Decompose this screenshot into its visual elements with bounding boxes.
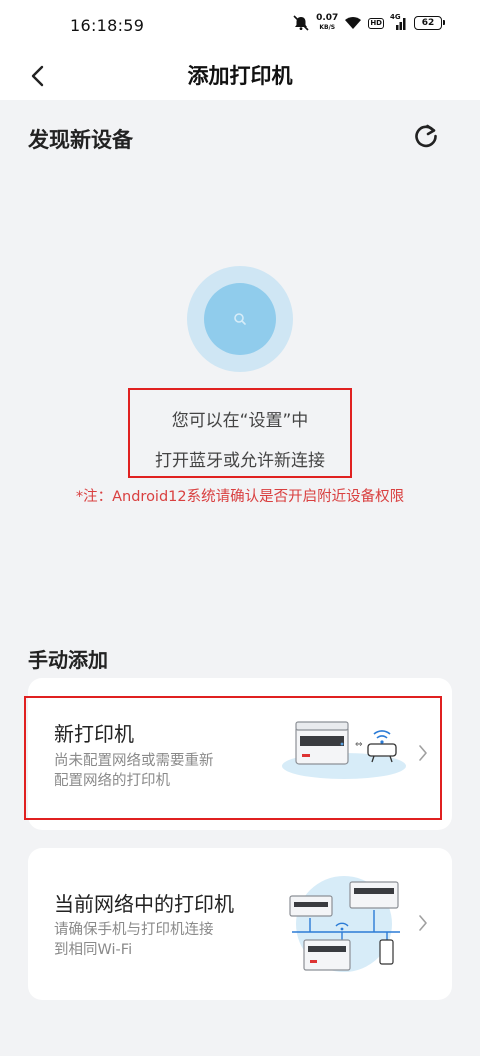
hint-text-line2: 打开蓝牙或允许新连接 xyxy=(155,451,325,471)
status-icons: 0.07 KB/S HD 4G 62 xyxy=(292,13,445,32)
refresh-button[interactable] xyxy=(410,120,442,152)
cell-signal-icon: 4G xyxy=(390,13,408,30)
signal-label: 4G xyxy=(390,13,401,21)
battery-indicator: 62 xyxy=(414,16,445,30)
network-printer-desc-line1: 请确保手机与打印机连接 xyxy=(54,922,214,938)
status-time: 16:18:59 xyxy=(70,16,145,35)
network-speed-unit: KB/S xyxy=(319,24,336,31)
status-bar: 16:18:59 0.07 KB/S HD 4G 62 xyxy=(0,0,480,52)
android12-permission-note: *注：Android12系统请确认是否开启附近设备权限 xyxy=(75,489,405,505)
manual-section-title: 手动添加 xyxy=(28,648,108,672)
network-printer-desc-line2: 到相同Wi-Fi xyxy=(54,942,133,958)
network-speed: 0.07 KB/S xyxy=(316,14,338,32)
search-icon xyxy=(234,313,246,325)
new-printer-highlight-box xyxy=(24,696,442,820)
network-speed-value: 0.07 xyxy=(316,13,339,23)
hd-badge: HD xyxy=(368,17,384,29)
mute-bell-icon xyxy=(292,15,310,31)
discover-section-title: 发现新设备 xyxy=(28,128,133,152)
bluetooth-scan-radar xyxy=(187,266,293,372)
nav-bar: 添加打印机 xyxy=(0,52,480,100)
network-printer-card[interactable]: 当前网络中的打印机 请确保手机与打印机连接 到相同Wi-Fi xyxy=(28,848,452,1000)
hint-text-line1: 您可以在“设置”中 xyxy=(171,411,309,431)
network-printer-title: 当前网络中的打印机 xyxy=(54,892,234,916)
refresh-icon xyxy=(415,124,437,148)
chevron-right-icon xyxy=(419,915,427,931)
network-printer-desc: 请确保手机与打印机连接 到相同Wi-Fi xyxy=(54,920,284,960)
network-printers-illustration xyxy=(289,876,400,972)
page-title: 添加打印机 xyxy=(187,64,293,88)
wifi-icon xyxy=(344,16,362,30)
